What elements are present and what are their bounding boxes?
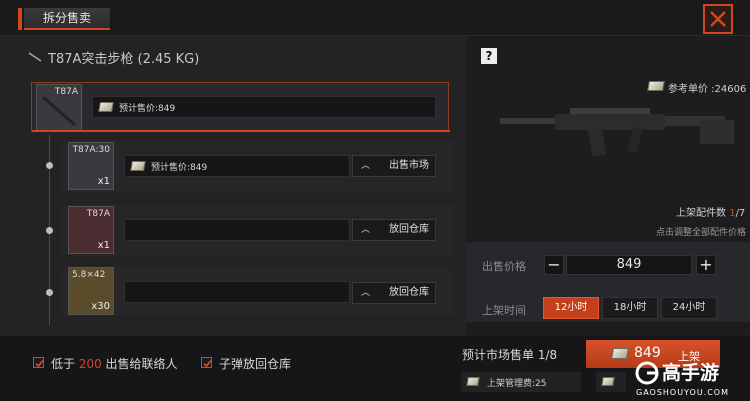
cash-icon: [601, 377, 615, 386]
estimated-price-box: [124, 281, 350, 303]
estimated-price-box: 预计售价:849: [92, 96, 436, 118]
checkmark-icon: [203, 359, 212, 368]
tree-node-dot: [46, 227, 53, 234]
brand-url: GAOSHOUYOU.COM: [636, 388, 730, 397]
watermark-logo: 高手游 GAOSHOUYOU.COM: [632, 358, 750, 401]
price-increase-button[interactable]: +: [696, 255, 716, 275]
listing-time-label: 上架时间: [482, 304, 526, 317]
close-button[interactable]: [703, 4, 733, 34]
estimated-price-box: 预计售价:849: [124, 155, 350, 177]
market-orders-count: 预计市场售单 1/8: [462, 348, 558, 362]
return-warehouse-button[interactable]: ︿ 放回仓库: [352, 282, 436, 304]
price-decrease-button[interactable]: −: [544, 255, 564, 275]
cash-icon: [611, 348, 629, 359]
close-icon: [710, 11, 726, 27]
return-ammo-checkbox[interactable]: [201, 357, 212, 368]
thumb-count: x1: [97, 176, 110, 187]
help-button[interactable]: ?: [481, 48, 497, 64]
return-ammo-option: 子弹放回仓库: [219, 357, 292, 371]
tree-node-dot: [46, 289, 53, 296]
thumb-count: x1: [97, 240, 110, 251]
thumb-name: T87A: [86, 209, 110, 219]
cash-icon: [647, 81, 665, 91]
rifle-icon: [28, 52, 42, 62]
checkmark-icon: [35, 359, 44, 368]
brand-name: 高手游: [662, 362, 720, 384]
ammo-thumbnail[interactable]: 5.8×42 x30: [68, 267, 114, 315]
return-warehouse-button[interactable]: ︿ 放回仓库: [352, 219, 436, 241]
rifle-thumbnail[interactable]: T87A: [36, 84, 82, 132]
main-item-row[interactable]: T87A 预计售价:849: [31, 82, 450, 132]
chevron-up-icon: ︿: [361, 225, 371, 235]
brand-logo-icon: [635, 361, 659, 385]
tree-node-dot: [46, 162, 53, 169]
sell-to-contact-option: 低于 200 出售给联络人: [51, 357, 178, 371]
part-thumbnail[interactable]: T87A x1: [68, 206, 114, 254]
estimated-price: 预计售价:849: [119, 104, 176, 114]
thumb-name: T87A:30: [72, 145, 110, 155]
adjust-all-prices-link[interactable]: 点击调整全部配件价格: [656, 225, 746, 238]
estimated-price: 预计售价:849: [151, 163, 208, 173]
top-bar: 拆分售卖: [0, 0, 750, 36]
estimated-price-box: [124, 219, 350, 241]
sell-to-contact-checkbox[interactable]: [33, 357, 44, 368]
sell-price-input[interactable]: 849: [566, 255, 692, 275]
thumb-count: x30: [91, 301, 110, 312]
cash-icon: [466, 377, 480, 386]
magazine-thumbnail[interactable]: T87A:30 x1: [68, 142, 114, 190]
dialog-title: 拆分售卖: [18, 8, 110, 30]
listed-parts-count: 上架配件数 1/7: [676, 208, 746, 219]
time-option-12h[interactable]: 12小时: [543, 297, 599, 319]
listing-fee-box: 上架管理费:25: [461, 372, 581, 392]
sell-market-button[interactable]: ︿ 出售市场: [352, 155, 436, 177]
rifle-silhouette-icon: [42, 95, 76, 127]
item-name: T87A突击步枪 (2.45 KG): [48, 52, 200, 67]
listing-fee: 上架管理费:25: [487, 379, 547, 389]
sell-price-label: 出售价格: [482, 260, 526, 273]
thumb-name: 5.8×42: [72, 270, 106, 280]
fee-box-secondary: [596, 372, 626, 392]
chevron-up-icon: ︿: [361, 161, 371, 171]
cash-icon: [98, 102, 114, 112]
cash-icon: [130, 161, 146, 171]
split-sell-dialog: 拆分售卖 T87A突击步枪 (2.45 KG) T87A 预计售价:849 T8…: [0, 0, 750, 401]
time-option-24h[interactable]: 24小时: [661, 297, 717, 319]
reference-price: 参考单价 :24606: [668, 84, 747, 95]
chevron-up-icon: ︿: [361, 288, 371, 298]
rifle-preview-image: [500, 108, 734, 158]
time-option-18h[interactable]: 18小时: [602, 297, 658, 319]
